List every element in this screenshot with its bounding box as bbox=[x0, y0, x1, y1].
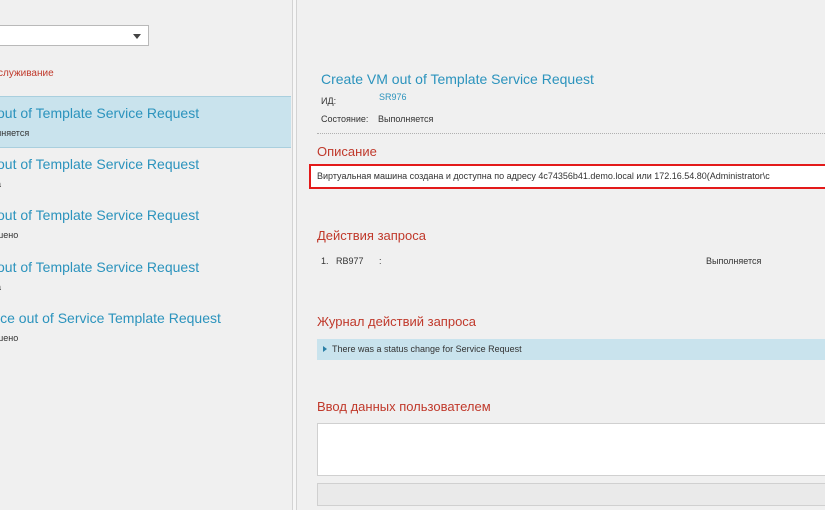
request-title: out of Template Service Request bbox=[0, 156, 200, 172]
actions-heading: Действия запроса bbox=[317, 228, 426, 243]
description-text: Виртуальная машина создана и доступна по… bbox=[317, 171, 770, 181]
action-row[interactable]: 1. RB977 : Выполняется bbox=[321, 256, 821, 270]
request-title: ice out of Service Template Request bbox=[0, 310, 221, 326]
user-input-heading: Ввод данных пользователем bbox=[317, 399, 491, 414]
action-ref: RB977 bbox=[336, 256, 364, 266]
request-list-item[interactable]: ice out of Service Template Request шено bbox=[0, 302, 291, 354]
request-status: шено bbox=[0, 333, 19, 343]
request-status: шено bbox=[0, 230, 19, 240]
state-label: Состояние: bbox=[321, 114, 369, 124]
id-value-link[interactable]: SR976 bbox=[379, 92, 407, 102]
action-status: Выполняется bbox=[706, 256, 762, 266]
action-number: 1. bbox=[321, 256, 329, 266]
request-status: а bbox=[0, 179, 1, 189]
request-detail-pane: Create VM out of Template Service Reques… bbox=[298, 0, 825, 510]
request-title: out of Template Service Request bbox=[0, 105, 200, 121]
description-text-box: Виртуальная машина создана и доступна по… bbox=[309, 164, 825, 189]
request-title: out of Template Service Request bbox=[0, 259, 200, 275]
request-list-item[interactable]: out of Template Service Request шено bbox=[0, 199, 291, 251]
chevron-down-icon[interactable] bbox=[133, 34, 141, 39]
log-heading: Журнал действий запроса bbox=[317, 314, 477, 329]
action-colon: : bbox=[379, 256, 382, 266]
request-list-item[interactable]: out of Template Service Request лняется bbox=[0, 96, 291, 148]
user-input-area[interactable] bbox=[317, 423, 825, 476]
log-entry[interactable]: There was a status change for Service Re… bbox=[317, 339, 825, 360]
expand-triangle-icon[interactable] bbox=[323, 346, 327, 352]
separator bbox=[317, 133, 825, 134]
request-detail-title: Create VM out of Template Service Reques… bbox=[321, 71, 594, 87]
request-status: лняется bbox=[0, 128, 30, 138]
pane-splitter[interactable] bbox=[292, 0, 297, 510]
request-status: а bbox=[0, 282, 1, 292]
request-title: out of Template Service Request bbox=[0, 207, 200, 223]
request-list-item[interactable]: out of Template Service Request а bbox=[0, 251, 291, 303]
description-heading: Описание bbox=[317, 144, 377, 159]
user-input-secondary-field[interactable] bbox=[317, 483, 825, 506]
request-list-item[interactable]: out of Template Service Request а bbox=[0, 148, 291, 200]
state-value: Выполняется bbox=[378, 114, 434, 124]
category-label: служивание bbox=[0, 68, 54, 79]
filter-dropdown[interactable] bbox=[0, 25, 149, 46]
id-label: ИД: bbox=[321, 96, 337, 106]
log-entry-text: There was a status change for Service Re… bbox=[332, 344, 522, 354]
request-list-pane: служивание out of Template Service Reque… bbox=[0, 0, 292, 510]
